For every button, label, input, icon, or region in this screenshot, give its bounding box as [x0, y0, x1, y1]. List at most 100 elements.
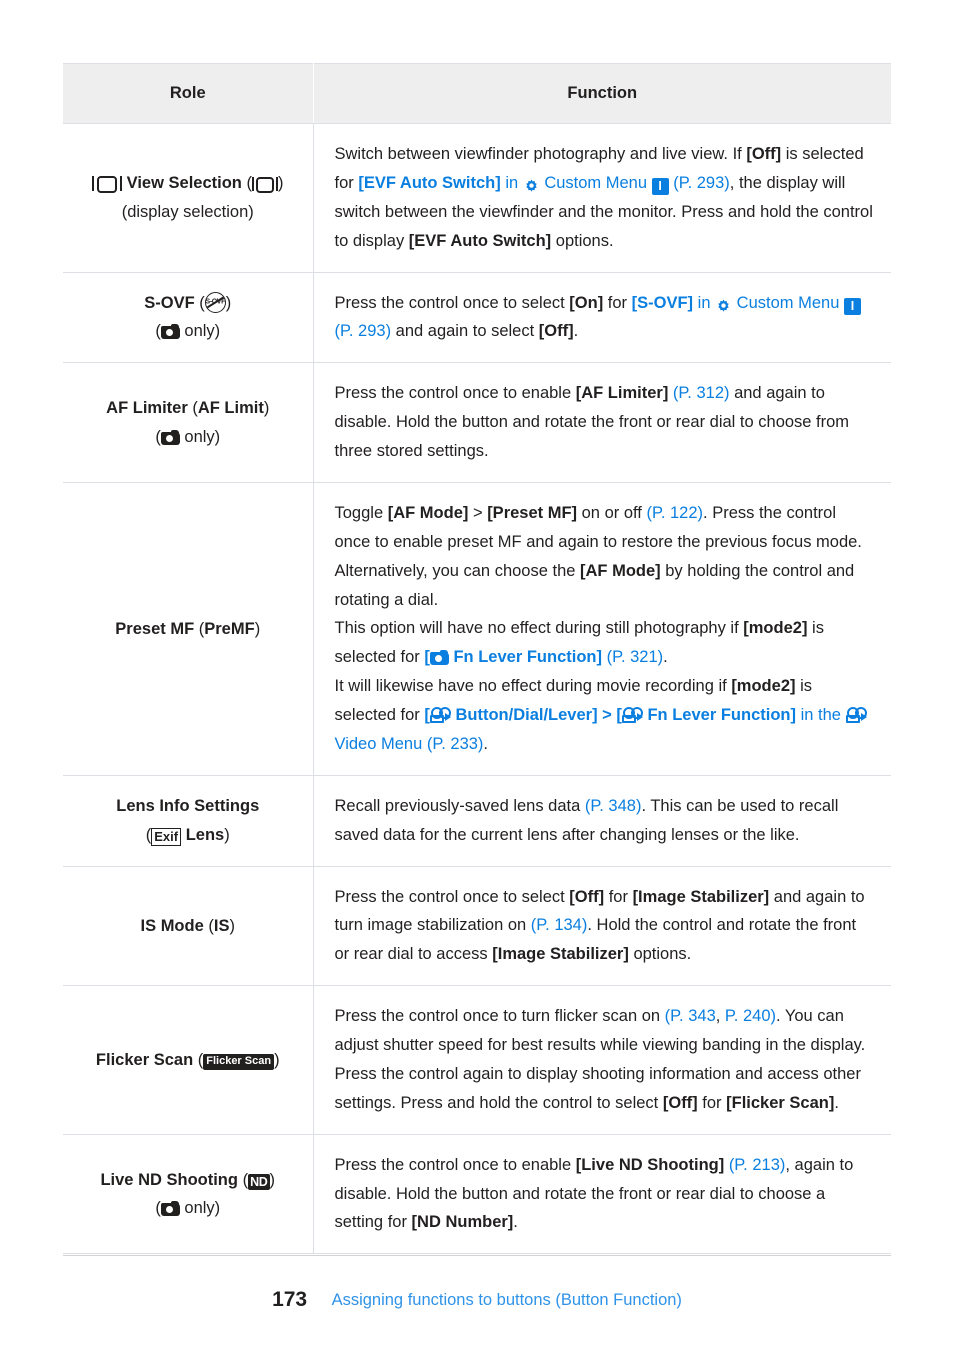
emphasis-term: [Flicker Scan]: [726, 1093, 835, 1112]
cross-reference-link[interactable]: Fn Lever Function]: [643, 706, 796, 724]
exif-icon: Exif: [151, 827, 182, 846]
body-text: .: [834, 1093, 839, 1112]
cross-reference-link[interactable]: (P. 122): [646, 504, 703, 522]
role-cell-s-ovf: S-OVF (S-OVF)( only): [63, 272, 314, 364]
role-cell-live-nd-shooting: Live ND Shooting (ND)( only): [63, 1134, 314, 1255]
movie-camera-icon: [429, 707, 451, 724]
cross-reference-link[interactable]: Button/Dial/Lever]: [451, 706, 597, 724]
role-cell-preset-mf: Preset MF (PreMF): [63, 482, 314, 776]
body-text: Press the control once to enable: [334, 1155, 576, 1174]
body-text: ,: [715, 1007, 725, 1026]
cross-reference-link[interactable]: (P. 312): [673, 384, 730, 402]
role-label: IS Mode (IS): [140, 916, 235, 935]
footer-section-title[interactable]: Assigning functions to buttons (Button F…: [332, 1291, 682, 1309]
body-text: Press the control once to select: [334, 293, 570, 312]
role-label: AF Limiter (AF Limit)( only): [106, 399, 270, 446]
cross-reference-link[interactable]: P. 240): [725, 1007, 776, 1025]
table-row: Lens Info Settings(Exif Lens) Recall prev…: [63, 775, 891, 867]
body-text: .: [663, 648, 668, 667]
cross-reference-link[interactable]: (P. 213): [729, 1156, 786, 1174]
role-label: Flicker Scan (Flicker Scan): [95, 1050, 280, 1071]
emphasis-term: [On]: [569, 293, 604, 312]
flicker-scan-icon: Flicker Scan: [203, 1054, 275, 1071]
view-selection-icon: [251, 176, 278, 193]
cross-reference-link[interactable]: (P. 348): [585, 797, 642, 815]
function-cell-is-mode: Press the control once to select [Off] f…: [313, 866, 891, 987]
role-label: Live ND Shooting (ND)( only): [100, 1170, 276, 1217]
live-nd-icon: ND: [248, 1173, 270, 1190]
role-cell-flicker-scan: Flicker Scan (Flicker Scan): [63, 985, 314, 1135]
cross-reference-link[interactable]: in: [501, 174, 523, 192]
body-text: Switch between viewfinder photography an…: [334, 145, 747, 163]
column-header-function: Function: [313, 63, 891, 124]
emphasis-term: [mode2]: [731, 677, 796, 696]
cross-reference-link[interactable]: (P. 321): [607, 648, 664, 666]
cross-reference-link[interactable]: Fn Lever Function]: [449, 648, 602, 666]
cross-reference-link[interactable]: Custom Menu: [732, 294, 844, 312]
function-cell-preset-mf: Toggle [AF Mode] > [Preset MF] on or off…: [313, 482, 891, 776]
body-text: Toggle: [334, 503, 388, 522]
emphasis-term: [AF Mode]: [580, 561, 661, 580]
table-row: View Selection () (display selection) Swit…: [63, 123, 891, 273]
gear-icon: [715, 298, 732, 315]
cross-reference-link[interactable]: Video Menu (P. 233): [335, 735, 484, 753]
table-row: IS Mode (IS) Press the control once to se…: [63, 866, 891, 987]
column-header-role: Role: [63, 63, 314, 124]
body-text: It will likewise have no effect during m…: [334, 677, 732, 696]
emphasis-term: [Preset MF]: [487, 503, 578, 522]
custom-menu-tab-badge: I: [651, 178, 669, 196]
cross-reference-link[interactable]: (P. 293): [669, 174, 730, 192]
cross-reference-link[interactable]: in the: [796, 706, 846, 724]
table-row: S-OVF (S-OVF)( only) Press the control on…: [63, 272, 891, 364]
body-text: and again to select: [391, 322, 539, 341]
table-row: Live ND Shooting (ND)( only) Press the co…: [63, 1134, 891, 1255]
role-label: Lens Info Settings(Exif Lens): [116, 797, 260, 846]
role-cell-af-limiter: AF Limiter (AF Limit)( only): [63, 362, 314, 483]
role-cell-lens-info-settings: Lens Info Settings(Exif Lens): [63, 775, 314, 867]
camera-icon: [429, 650, 449, 666]
emphasis-term: [Off]: [569, 887, 605, 906]
cross-reference-link[interactable]: Custom Menu: [540, 174, 652, 192]
table-row: AF Limiter (AF Limit)( only) Press the co…: [63, 362, 891, 483]
cross-reference-link[interactable]: [S-OVF]: [632, 294, 693, 312]
footer-divider: [63, 1255, 891, 1256]
emphasis-term: [EVF Auto Switch]: [408, 231, 552, 250]
table-header-row: Role Function: [63, 63, 891, 124]
table-row: Preset MF (PreMF) Toggle [AF Mode] > [Pre…: [63, 482, 891, 776]
body-text: for: [697, 1093, 727, 1112]
body-text: options.: [628, 945, 692, 964]
body-text: .: [483, 734, 489, 753]
movie-camera-icon: [845, 707, 867, 724]
page-number: 173: [272, 1288, 308, 1311]
body-text: options.: [551, 231, 614, 250]
emphasis-term: [Live ND Shooting]: [575, 1155, 725, 1174]
body-text: Press the control once to turn flicker s…: [334, 1007, 665, 1026]
cross-reference-link[interactable]: in: [693, 294, 715, 312]
view-selection-icon: [92, 175, 123, 193]
cross-reference-link[interactable]: [EVF Auto Switch]: [358, 174, 500, 192]
emphasis-term: [AF Mode]: [387, 503, 469, 522]
function-cell-view-selection: Switch between viewfinder photography an…: [313, 123, 891, 273]
movie-camera-icon: [621, 707, 643, 724]
cross-reference-link[interactable]: >: [598, 706, 617, 724]
cross-reference-link[interactable]: (P. 293): [335, 322, 392, 340]
body-text: Press the control once to select: [334, 887, 570, 906]
emphasis-term: [ND Number]: [411, 1213, 514, 1232]
button-function-table: Role Function View Selection () (display …: [63, 63, 891, 1255]
emphasis-term: [Off]: [538, 322, 574, 341]
cross-reference-link[interactable]: (P. 343: [665, 1007, 716, 1025]
body-text: .: [513, 1213, 518, 1232]
custom-menu-tab-badge: I: [843, 297, 861, 315]
camera-icon: [160, 324, 180, 340]
page-footer: 173 Assigning functions to buttons (Butt…: [63, 1288, 891, 1312]
emphasis-term: [Off]: [662, 1093, 698, 1112]
function-cell-flicker-scan: Press the control once to turn flicker s…: [313, 985, 891, 1135]
body-text: Press the control once to enable: [334, 384, 576, 403]
body-text: >: [468, 503, 488, 522]
body-text: for: [603, 293, 632, 312]
emphasis-term: [Off]: [746, 145, 782, 163]
emphasis-term: [Image Stabilizer]: [492, 945, 629, 964]
emphasis-term: [mode2]: [743, 619, 808, 638]
camera-icon: [160, 1200, 180, 1216]
cross-reference-link[interactable]: (P. 134): [531, 916, 588, 934]
